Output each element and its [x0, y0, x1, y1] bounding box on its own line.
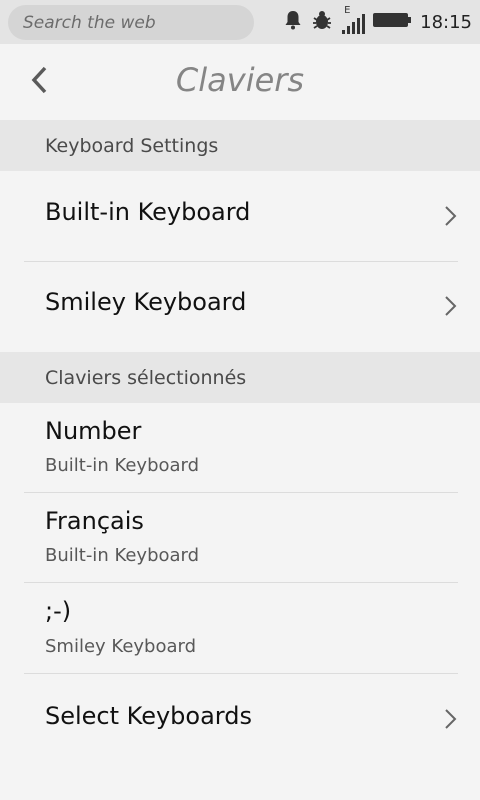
status-bar: Search the web E 18:15	[0, 0, 480, 44]
list-item-francais[interactable]: Français Built-in Keyboard	[0, 493, 480, 582]
section-header-selected-keyboards: Claviers sélectionnés	[0, 352, 480, 403]
search-input[interactable]: Search the web	[8, 5, 254, 40]
list-item-smiley-keyboard[interactable]: Smiley Keyboard	[0, 262, 480, 352]
list-item-smiley[interactable]: ;-) Smiley Keyboard	[0, 583, 480, 673]
list-item-select-keyboards[interactable]: Select Keyboards	[0, 674, 480, 764]
list-item-title: Smiley Keyboard	[45, 288, 247, 316]
bell-icon	[283, 9, 303, 35]
list-item-title: Built-in Keyboard	[45, 198, 251, 226]
page-title: Claviers	[175, 61, 305, 99]
section-label: Keyboard Settings	[45, 134, 219, 157]
chevron-right-icon	[442, 295, 458, 317]
clock: 18:15	[420, 11, 472, 33]
chevron-right-icon	[442, 708, 458, 730]
list-item-title: Select Keyboards	[45, 702, 252, 730]
header: Claviers	[0, 44, 480, 120]
section-label: Claviers sélectionnés	[45, 366, 247, 389]
signal-icon: E	[341, 5, 366, 37]
chevron-right-icon	[442, 205, 458, 227]
list-item-built-in-keyboard[interactable]: Built-in Keyboard	[0, 171, 480, 261]
list-item-title: Number	[45, 417, 142, 445]
list-item-subtitle: Smiley Keyboard	[45, 636, 197, 657]
list-item-title: Français	[45, 507, 144, 535]
section-header-keyboard-settings: Keyboard Settings	[0, 120, 480, 171]
list-item-number[interactable]: Number Built-in Keyboard	[0, 403, 480, 492]
list-item-subtitle: Built-in Keyboard	[45, 455, 200, 476]
battery-icon	[373, 12, 413, 32]
bug-icon	[311, 9, 333, 35]
list-item-subtitle: Built-in Keyboard	[45, 545, 200, 566]
list-item-title: ;-)	[45, 597, 72, 625]
status-icons: E 18:15	[283, 0, 472, 44]
search-placeholder: Search the web	[23, 12, 156, 33]
